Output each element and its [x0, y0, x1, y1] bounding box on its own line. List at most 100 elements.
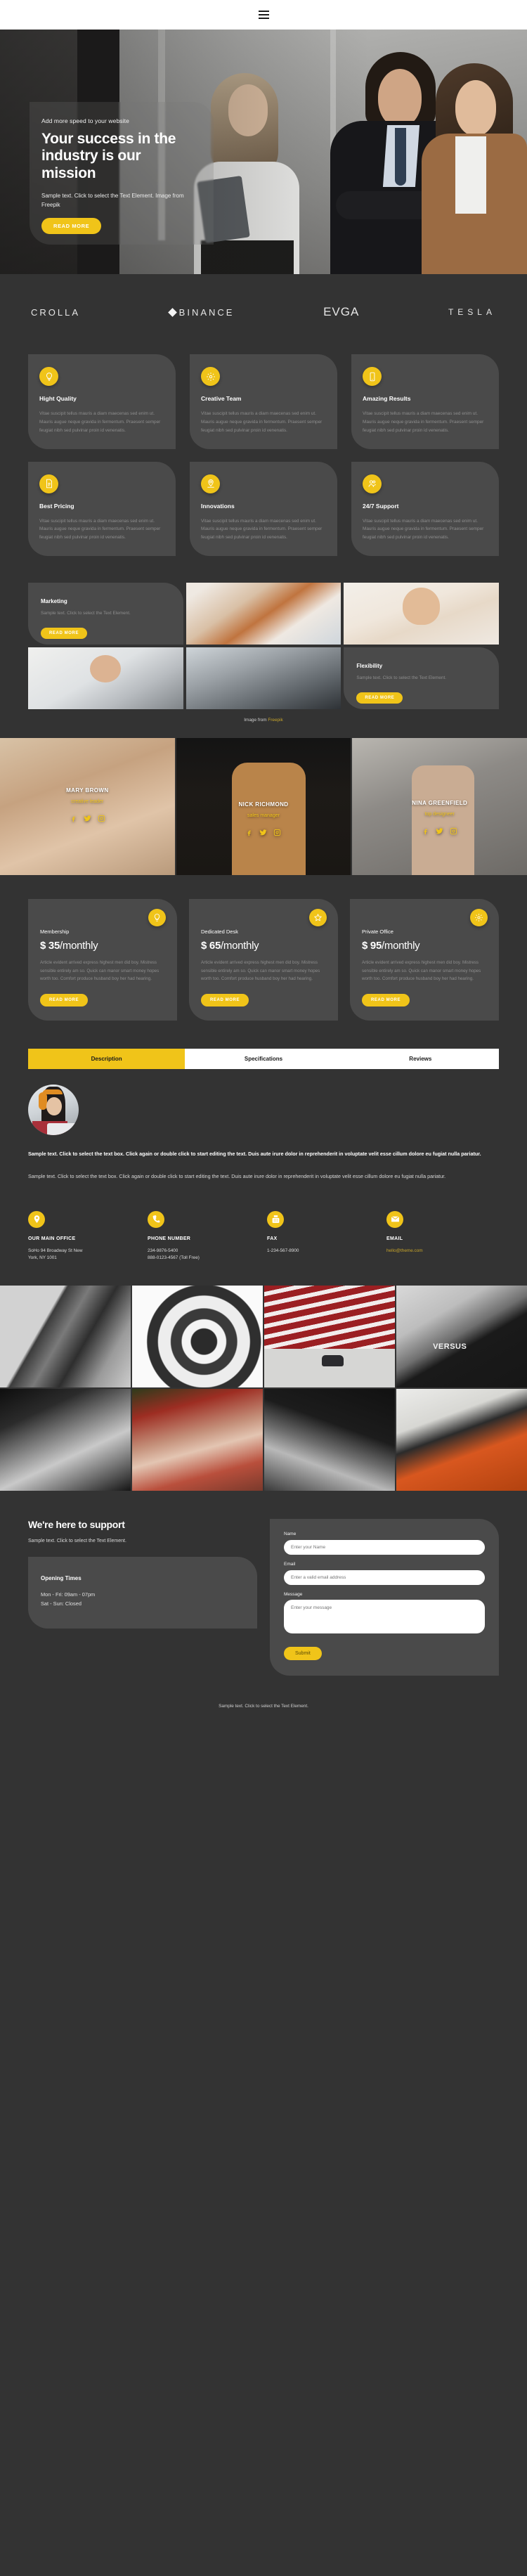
tab-specifications[interactable]: Specifications [185, 1049, 341, 1069]
twitter-icon[interactable] [436, 826, 443, 839]
star-icon [309, 909, 327, 927]
marketing-image-woman [344, 583, 499, 645]
pricing-read-more-button[interactable]: READ MORE [201, 994, 249, 1007]
hero-eyebrow: Add more speed to your website [41, 117, 129, 124]
hero-content-card: Add more speed to your website Your succ… [30, 102, 214, 245]
opening-times-card: Opening Times Mon - Fri: 09am - 07pm Sat… [28, 1556, 257, 1629]
email-label: Email [284, 1562, 296, 1567]
team-member-name: NICK RICHMOND [238, 801, 289, 808]
marketing-read-more-button[interactable]: READ MORE [41, 627, 88, 639]
opening-times-weekend: Sat - Sun: Closed [41, 1600, 82, 1607]
contact-info-fax: FAX 1-234-567-8900 [267, 1210, 379, 1262]
logo-evga: EVGA [323, 305, 359, 319]
contact-info-email: EMAIL hello@theme.com [386, 1210, 499, 1262]
users-icon [363, 474, 382, 493]
mobile-phone-icon [363, 367, 382, 386]
pricing-plan-description: Article evident arrived express highest … [201, 960, 320, 981]
marketing-grid: Marketing Sample text. Click to select t… [0, 556, 527, 710]
feature-body: Vitae suscipit tellus mauris a diam maec… [363, 411, 484, 433]
contact-info-line1: 1-234-567-8900 [267, 1248, 299, 1253]
feature-title: Creative Team [201, 395, 242, 402]
map-pin-icon [201, 474, 220, 493]
contact-info-line1: SoHo 94 Broadway St New [28, 1248, 83, 1253]
price-amount: 65 [209, 940, 221, 952]
tab-bar: Description Specifications Reviews [28, 1049, 499, 1070]
opening-times-weekday: Mon - Fri: 09am - 07pm [41, 1591, 96, 1598]
instagram-icon[interactable] [273, 827, 281, 840]
feature-body: Vitae suscipit tellus mauris a diam maec… [201, 518, 323, 541]
gallery-image-woman-orange[interactable] [396, 1389, 527, 1491]
binance-diamond-icon [167, 307, 177, 317]
price-amount: 35 [48, 940, 60, 952]
marketing-card: Marketing Sample text. Click to select t… [28, 583, 183, 645]
hero-read-more-button[interactable]: READ MORE [41, 218, 102, 235]
feature-body: Vitae suscipit tellus mauris a diam maec… [39, 411, 161, 433]
hamburger-menu-icon[interactable] [258, 11, 269, 19]
price-currency: $ [40, 940, 46, 952]
pricing-plan-price: $ 65/monthly [201, 940, 326, 952]
facebook-icon[interactable] [70, 813, 77, 826]
facebook-icon[interactable] [245, 827, 253, 840]
marketing-card-text: Sample text. Click to select the Text El… [41, 611, 131, 616]
tab-paragraph-bold: Sample text. Click to select the text bo… [28, 1151, 481, 1158]
logo-binance: BINANCE [167, 306, 235, 318]
facebook-icon[interactable] [422, 826, 429, 839]
logo-tesla-label: TESLA [448, 307, 496, 317]
team-member-card: NICK RICHMOND sales manager [176, 738, 351, 876]
logo-tesla: TESLA [448, 307, 496, 317]
gallery-image-spiral-stairs[interactable] [132, 1286, 263, 1388]
contact-info-phone: PHONE NUMBER 234-9876-5400 888-0123-4567… [148, 1210, 260, 1262]
instagram-icon[interactable] [450, 826, 457, 839]
gallery-image-woman-glasses[interactable] [132, 1389, 263, 1491]
feature-title: Hight Quality [39, 395, 77, 402]
marketing-image-man [28, 647, 183, 710]
message-textarea[interactable] [284, 1600, 485, 1634]
gallery-image-dark-building[interactable] [264, 1389, 395, 1491]
flexibility-read-more-button[interactable]: READ MORE [356, 692, 403, 704]
tabs-section: Description Specifications Reviews Sampl… [0, 1049, 527, 1181]
twitter-icon[interactable] [84, 813, 91, 826]
pricing-plan-name: Private Office [362, 928, 393, 936]
features-grid: Hight Quality Vitae suscipit tellus maur… [0, 354, 527, 557]
document-list-icon [39, 474, 58, 493]
gear-icon [201, 367, 220, 386]
pricing-read-more-button[interactable]: READ MORE [362, 994, 410, 1007]
support-subtitle: Sample text. Click to select the Text El… [28, 1539, 126, 1544]
contact-info-grid: OUR MAIN OFFICE SoHo 94 Broadway St New … [0, 1182, 527, 1286]
freepik-link[interactable]: Freepik [268, 718, 282, 723]
team-member-role: creative leader [71, 799, 104, 805]
tab-description[interactable]: Description [28, 1049, 186, 1070]
tab-reviews[interactable]: Reviews [342, 1049, 499, 1069]
pricing-plan-price: $ 95/monthly [362, 940, 487, 952]
pricing-read-more-button[interactable]: READ MORE [40, 994, 89, 1007]
email-input[interactable] [284, 1570, 485, 1586]
contact-email-link[interactable]: hello@theme.com [386, 1248, 499, 1255]
gallery-image-man-versus[interactable] [396, 1286, 527, 1388]
feature-card-best-pricing: Best Pricing Vitae suscipit tellus mauri… [28, 461, 176, 557]
team-member-name: NINA GREENFIELD [412, 799, 468, 806]
feature-body: Vitae suscipit tellus mauris a diam maec… [39, 518, 161, 541]
feature-title: Best Pricing [39, 502, 74, 510]
gallery-image-woman-portrait[interactable] [0, 1389, 131, 1491]
phone-icon [148, 1210, 164, 1228]
price-amount: 95 [370, 940, 382, 952]
pricing-card-private-office: Private Office $ 95/monthly Article evid… [350, 899, 499, 1021]
logo-binance-label: BINANCE [178, 306, 235, 318]
feature-card-creative-team: Creative Team Vitae suscipit tellus maur… [190, 354, 337, 449]
name-input[interactable] [284, 1540, 485, 1555]
price-period: /monthly [60, 940, 98, 952]
price-currency: $ [201, 940, 207, 952]
team-member-name: MARY BROWN [66, 787, 109, 794]
submit-button[interactable]: Submit [284, 1647, 322, 1661]
gear-icon [470, 909, 488, 927]
twitter-icon[interactable] [259, 827, 268, 840]
instagram-icon[interactable] [98, 813, 105, 826]
logo-crolla: CROLLA [31, 307, 80, 318]
feature-card-support: 24/7 Support Vitae suscipit tellus mauri… [351, 461, 499, 557]
gallery-image-building[interactable] [0, 1286, 131, 1388]
gallery-image-red-facade[interactable] [264, 1286, 395, 1388]
team-member-role: sales manager [247, 813, 280, 818]
contact-info-title: OUR MAIN OFFICE [28, 1236, 76, 1241]
footer-text: Sample text. Click to select the Text El… [219, 1704, 308, 1709]
flexibility-card-title: Flexibility [356, 663, 383, 670]
